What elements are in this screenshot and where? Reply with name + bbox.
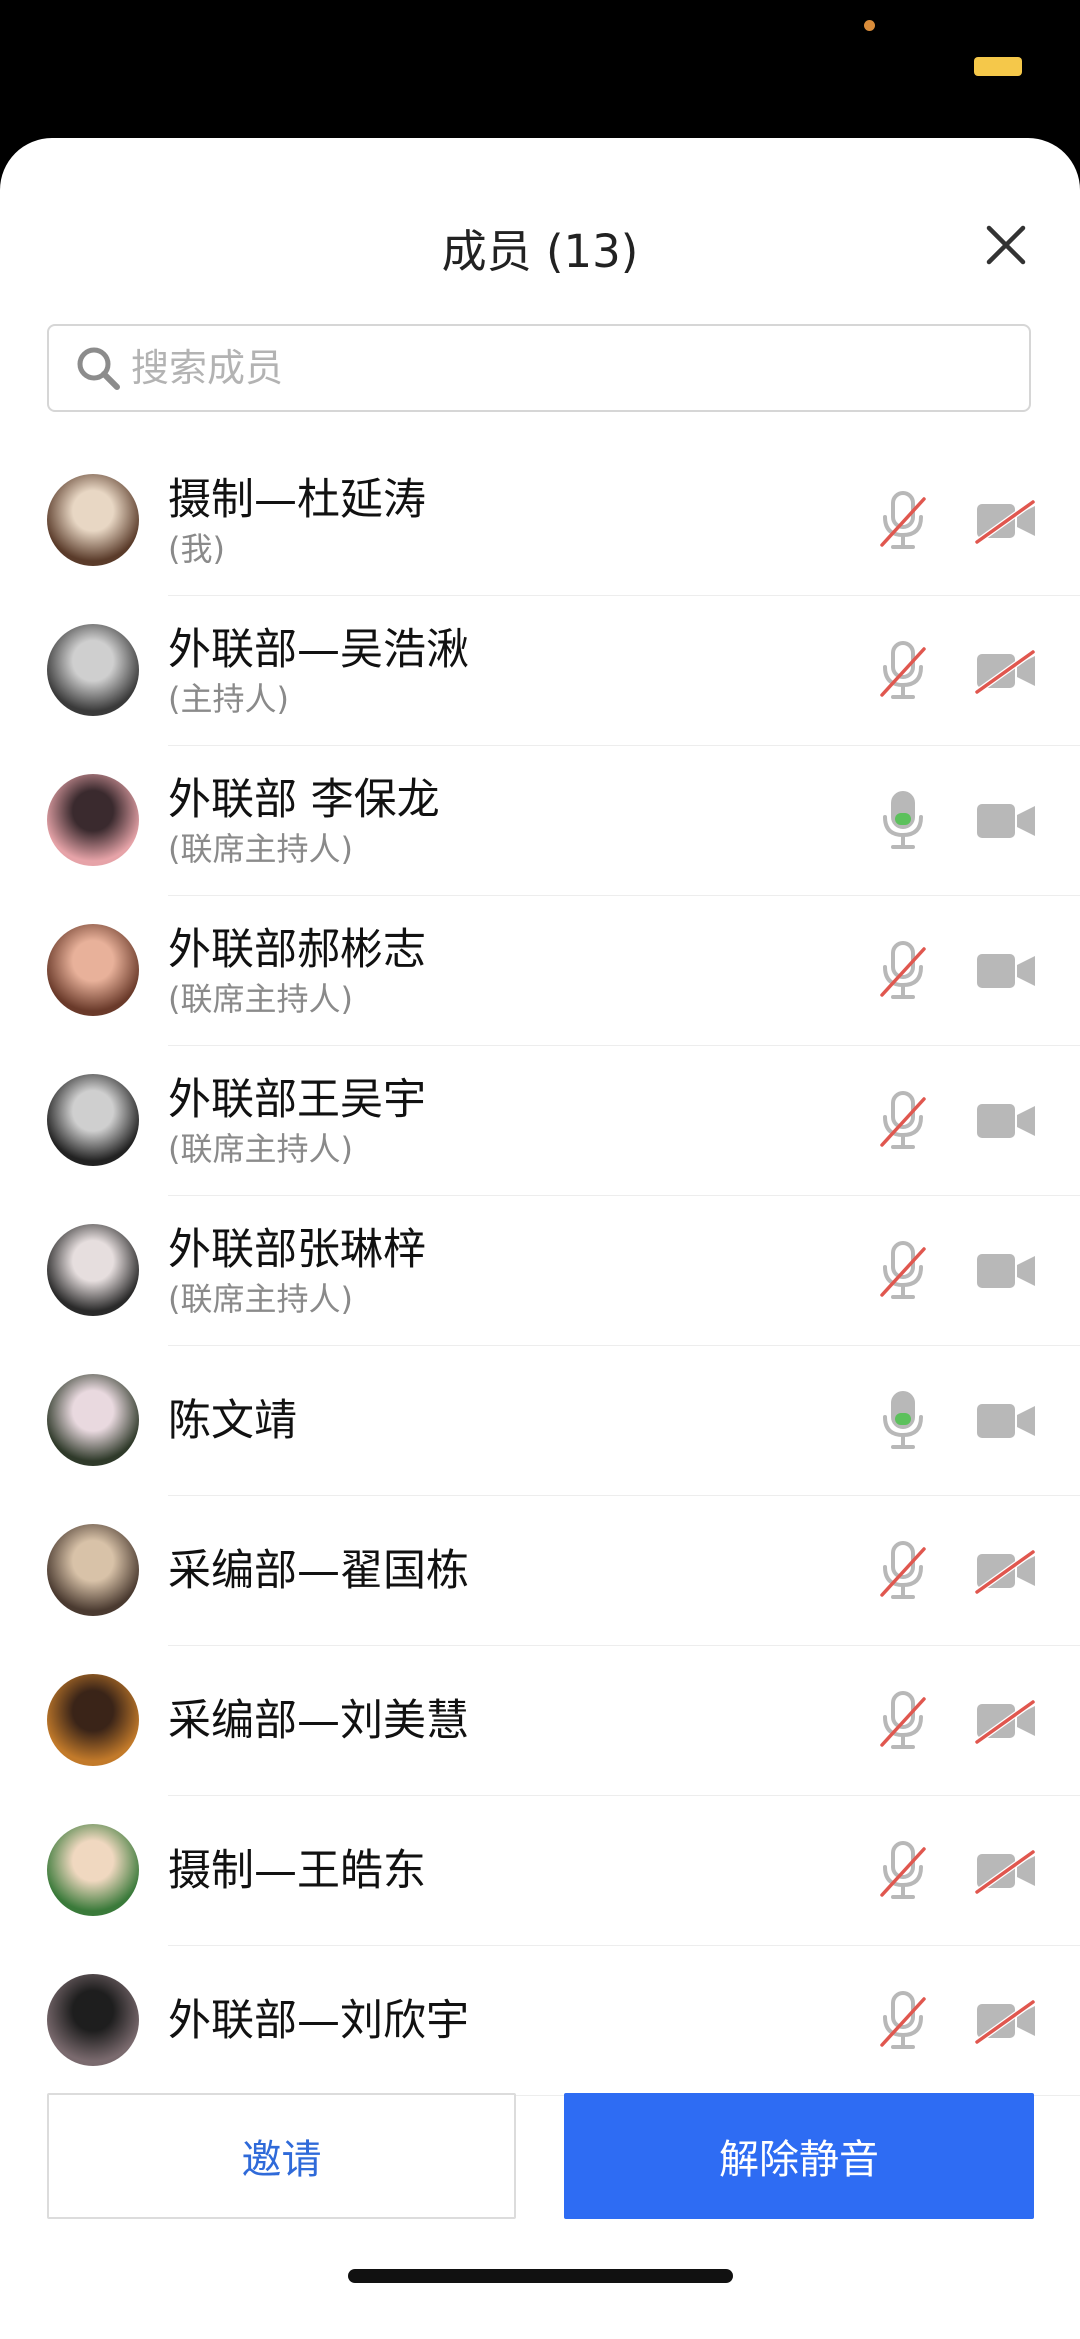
member-name: 摄制—王皓东 bbox=[168, 1846, 426, 1896]
member-name: 外联部张琳梓 bbox=[168, 1225, 426, 1275]
member-name: 陈文靖 bbox=[168, 1396, 297, 1446]
microphone-muted-icon[interactable] bbox=[878, 939, 928, 1003]
status-indicator-dot bbox=[864, 20, 875, 31]
member-row[interactable]: 摄制—王皓东 bbox=[0, 1796, 1080, 1946]
member-row[interactable]: 采编部—翟国栋 bbox=[0, 1496, 1080, 1646]
microphone-muted-icon[interactable] bbox=[878, 1239, 928, 1303]
search-icon bbox=[75, 345, 121, 391]
video-camera-icon[interactable] bbox=[975, 798, 1037, 844]
microphone-muted-icon[interactable] bbox=[878, 1089, 928, 1153]
avatar bbox=[47, 1974, 139, 2066]
member-list: 摄制—杜延涛 (我) 外联部—吴浩湫 (主持人) 外联部 李保龙 (联席主持人) 外联部郝彬… bbox=[0, 446, 1080, 2096]
member-info: 采编部—翟国栋 bbox=[168, 1496, 469, 1646]
microphone-muted-icon[interactable] bbox=[878, 1539, 928, 1603]
video-camera-off-icon[interactable] bbox=[975, 1848, 1037, 1894]
member-row[interactable]: 摄制—杜延涛 (我) bbox=[0, 446, 1080, 596]
avatar bbox=[47, 1374, 139, 1466]
member-role: (主持人) bbox=[168, 680, 289, 718]
member-name: 外联部—吴浩湫 bbox=[168, 625, 469, 675]
home-indicator bbox=[348, 2269, 733, 2283]
video-camera-off-icon[interactable] bbox=[975, 648, 1037, 694]
video-camera-icon[interactable] bbox=[975, 948, 1037, 994]
video-camera-icon[interactable] bbox=[975, 1248, 1037, 1294]
microphone-icon[interactable] bbox=[878, 1389, 928, 1453]
search-input[interactable] bbox=[131, 346, 991, 390]
search-bar[interactable] bbox=[47, 324, 1031, 412]
microphone-muted-icon[interactable] bbox=[878, 1989, 928, 2053]
member-row[interactable]: 外联部—吴浩湫 (主持人) bbox=[0, 596, 1080, 746]
microphone-muted-icon[interactable] bbox=[878, 639, 928, 703]
member-role: (联席主持人) bbox=[168, 830, 353, 868]
member-row[interactable]: 外联部郝彬志 (联席主持人) bbox=[0, 896, 1080, 1046]
avatar bbox=[47, 924, 139, 1016]
microphone-muted-icon[interactable] bbox=[878, 1839, 928, 1903]
member-name: 外联部—刘欣宇 bbox=[168, 1996, 469, 2046]
member-role: (联席主持人) bbox=[168, 1280, 353, 1318]
video-camera-off-icon[interactable] bbox=[975, 1698, 1037, 1744]
member-info: 外联部 李保龙 (联席主持人) bbox=[168, 746, 440, 896]
page-title: 成员 (13) bbox=[441, 225, 639, 278]
member-name: 外联部王吴宇 bbox=[168, 1075, 426, 1125]
member-role: (我) bbox=[168, 530, 225, 568]
video-camera-off-icon[interactable] bbox=[975, 498, 1037, 544]
member-info: 摄制—杜延涛 (我) bbox=[168, 446, 426, 596]
member-info: 摄制—王皓东 bbox=[168, 1796, 426, 1946]
member-info: 外联部—吴浩湫 (主持人) bbox=[168, 596, 469, 746]
member-row[interactable]: 外联部—刘欣宇 bbox=[0, 1946, 1080, 2096]
video-camera-off-icon[interactable] bbox=[975, 1998, 1037, 2044]
avatar bbox=[47, 624, 139, 716]
microphone-icon[interactable] bbox=[878, 789, 928, 853]
member-row[interactable]: 外联部王吴宇 (联席主持人) bbox=[0, 1046, 1080, 1196]
avatar bbox=[47, 1524, 139, 1616]
avatar bbox=[47, 1074, 139, 1166]
member-row[interactable]: 陈文靖 bbox=[0, 1346, 1080, 1496]
member-info: 外联部郝彬志 (联席主持人) bbox=[168, 896, 426, 1046]
avatar bbox=[47, 1824, 139, 1916]
microphone-muted-icon[interactable] bbox=[878, 489, 928, 553]
video-camera-icon[interactable] bbox=[975, 1098, 1037, 1144]
close-icon[interactable] bbox=[985, 224, 1027, 266]
video-camera-icon[interactable] bbox=[975, 1398, 1037, 1444]
avatar bbox=[47, 474, 139, 566]
member-role: (联席主持人) bbox=[168, 980, 353, 1018]
member-row[interactable]: 采编部—刘美慧 bbox=[0, 1646, 1080, 1796]
member-role: (联席主持人) bbox=[168, 1130, 353, 1168]
member-name: 采编部—刘美慧 bbox=[168, 1696, 469, 1746]
invite-button[interactable]: 邀请 bbox=[47, 2093, 516, 2219]
member-info: 采编部—刘美慧 bbox=[168, 1646, 469, 1796]
member-info: 外联部王吴宇 (联席主持人) bbox=[168, 1046, 426, 1196]
avatar bbox=[47, 774, 139, 866]
avatar bbox=[47, 1674, 139, 1766]
member-name: 外联部 李保龙 bbox=[168, 775, 440, 825]
avatar bbox=[47, 1224, 139, 1316]
member-row[interactable]: 外联部 李保龙 (联席主持人) bbox=[0, 746, 1080, 896]
video-camera-off-icon[interactable] bbox=[975, 1548, 1037, 1594]
battery-icon bbox=[974, 57, 1022, 76]
member-info: 外联部—刘欣宇 bbox=[168, 1946, 469, 2096]
member-name: 采编部—翟国栋 bbox=[168, 1546, 469, 1596]
unmute-all-button[interactable]: 解除静音 bbox=[564, 2093, 1034, 2219]
members-sheet: 成员 (13) 摄制—杜延涛 (我) 外联部—吴浩湫 (主持人) 外联部 李保龙 (联席主… bbox=[0, 138, 1080, 2339]
member-row[interactable]: 外联部张琳梓 (联席主持人) bbox=[0, 1196, 1080, 1346]
microphone-muted-icon[interactable] bbox=[878, 1689, 928, 1753]
member-name: 摄制—杜延涛 bbox=[168, 475, 426, 525]
member-info: 外联部张琳梓 (联席主持人) bbox=[168, 1196, 426, 1346]
member-info: 陈文靖 bbox=[168, 1346, 297, 1496]
member-name: 外联部郝彬志 bbox=[168, 925, 426, 975]
